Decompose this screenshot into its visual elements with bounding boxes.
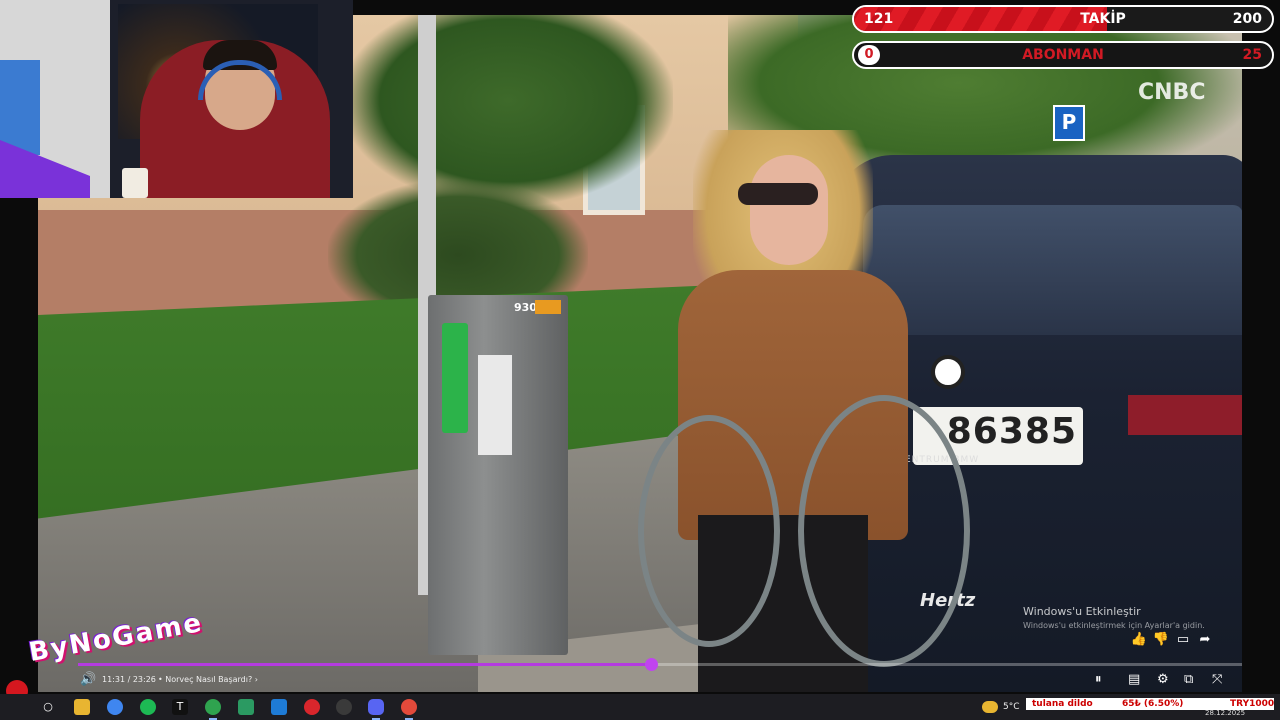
autoplay-toggle[interactable]: ⏸ <box>1095 670 1102 690</box>
car-taillight <box>1128 395 1242 435</box>
system-date[interactable]: 28.12.2025 <box>1205 709 1245 717</box>
subscribe-goal-target: 25 <box>1242 47 1262 63</box>
weather-icon[interactable] <box>982 701 998 713</box>
subscribe-goal-label: ABONMAN <box>1022 47 1104 63</box>
presenter-face <box>750 155 828 265</box>
subscribe-goal-bar: 0 ABONMAN 25 <box>852 41 1274 69</box>
parking-sign: P <box>1053 105 1085 141</box>
chrome-icon[interactable] <box>205 699 221 720</box>
subtitles-icon[interactable]: ▤ <box>1128 670 1140 690</box>
charging-cable <box>798 395 970 667</box>
spotify-icon[interactable] <box>140 699 156 715</box>
progress-fill <box>78 663 651 666</box>
time-display: 11:31 / 23:26 <box>102 675 156 684</box>
windows-activation-title: Windows'u Etkinleştir <box>1023 605 1141 618</box>
charger-label <box>478 355 512 455</box>
follow-goal-bar: 121 TAKİP 200 <box>852 5 1274 33</box>
presenter-sunglasses <box>738 183 818 205</box>
volume-icon[interactable]: 🔊 <box>80 670 96 690</box>
weather-temp[interactable]: 5°C <box>1003 694 1020 720</box>
progress-bar[interactable] <box>78 658 1242 671</box>
subscribe-goal-current: 0 <box>858 45 880 65</box>
webcam-cup <box>122 168 148 198</box>
video-actions: 👍 👎 ▭ ➦ <box>1128 628 1228 648</box>
browser-icon[interactable] <box>107 699 123 715</box>
chevron-right-icon: › <box>254 675 258 684</box>
charging-cable <box>638 415 780 647</box>
search-icon[interactable]: ○ <box>40 699 56 715</box>
opera-icon[interactable] <box>304 699 320 715</box>
cnbc-logo: CNBC <box>1138 80 1206 105</box>
obs-icon[interactable] <box>336 699 352 715</box>
share-icon[interactable]: ➦ <box>1194 632 1216 647</box>
follow-goal-target: 200 <box>1232 11 1262 27</box>
tree-left <box>343 15 673 205</box>
webcam-purple-light <box>0 140 90 198</box>
charger-tag <box>535 300 561 314</box>
file-explorer-icon[interactable] <box>74 699 90 715</box>
webcam-monitor <box>0 60 40 155</box>
ticker-left: tulana dildo <box>1032 699 1093 709</box>
store-icon[interactable] <box>238 699 254 715</box>
ev-charger: 930 <box>428 295 568 655</box>
dislike-icon[interactable]: 👎 <box>1150 632 1172 647</box>
settings-gear-icon[interactable]: ⚙ <box>1157 670 1169 690</box>
player-controls: 🔊 11:31 / 23:26 • Norveç Nasıl Başardı? … <box>60 670 1242 690</box>
cast-icon[interactable]: ⧉ <box>1184 670 1193 690</box>
ticker-mid: 65₺ (6.50%) <box>1122 699 1184 709</box>
charger-number: 930 <box>514 301 537 314</box>
webcam-overlay <box>0 0 353 198</box>
chapter-title[interactable]: • Norveç Nasıl Başardı? › <box>158 670 258 690</box>
bmw-logo-icon <box>931 355 965 389</box>
comment-icon[interactable]: ▭ <box>1172 632 1194 647</box>
follow-goal-current: 121 <box>864 11 894 27</box>
mail-icon[interactable] <box>271 699 287 715</box>
charger-socket <box>442 323 468 433</box>
exit-fullscreen-icon[interactable]: ⤧ <box>1212 670 1222 690</box>
tradingview-icon[interactable]: T <box>172 699 188 715</box>
like-icon[interactable]: 👍 <box>1128 632 1150 647</box>
chrome-profile-icon[interactable] <box>401 699 417 720</box>
car-rear-window <box>863 205 1242 335</box>
discord-icon[interactable] <box>368 699 384 720</box>
chapter-title-text: • Norveç Nasıl Başardı? <box>158 675 253 684</box>
